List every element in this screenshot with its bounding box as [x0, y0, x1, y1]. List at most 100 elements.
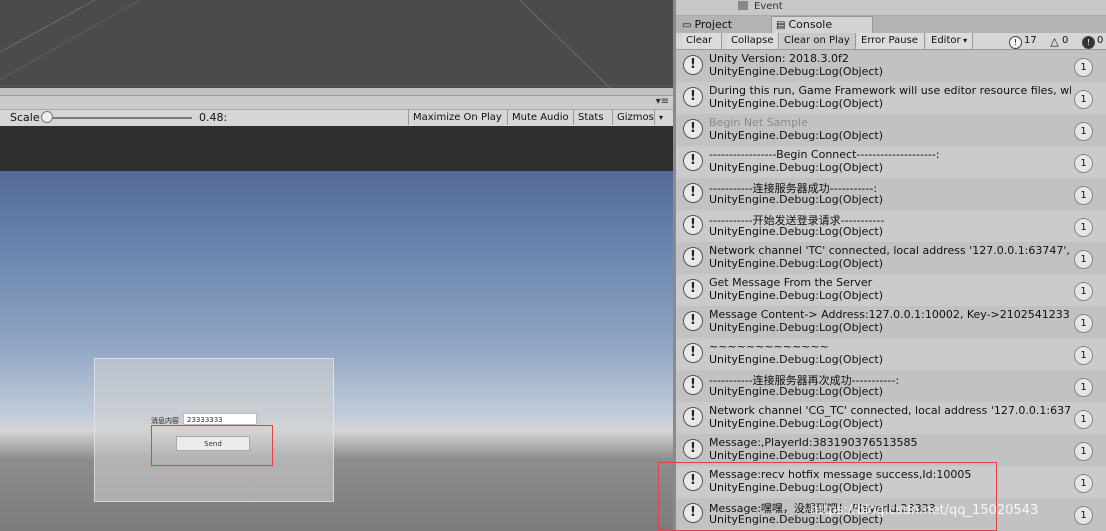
- game-toolbar-bar: Scale 0.48: Maximize On Play Mute Audio …: [0, 109, 673, 127]
- info-icon: !: [683, 375, 703, 395]
- error-icon: !: [1082, 36, 1095, 49]
- info-icon: !: [683, 119, 703, 139]
- editor-dropdown[interactable]: Editor ▾: [927, 33, 973, 49]
- console-panel: Event ▭ Project ▤ Console Clear Collapse C…: [676, 0, 1106, 531]
- game-letterbox: [0, 126, 673, 171]
- game-view[interactable]: 消息内容 23333333 Send: [0, 171, 673, 531]
- info-icon: !: [683, 279, 703, 299]
- log-entry[interactable]: ! Unity Version: 2018.3.0f2 UnityEngine.De…: [676, 50, 1106, 82]
- clear-button[interactable]: Clear: [682, 33, 722, 49]
- scene-grid: [0, 0, 673, 88]
- log-collapse-count: 1: [1074, 506, 1093, 525]
- gizmos-button[interactable]: Gizmos: [612, 110, 658, 125]
- log-message: -----------------Begin Connect----------…: [709, 148, 940, 161]
- log-count-toggle[interactable]: ! 17: [1007, 33, 1037, 49]
- log-collapse-count: 1: [1074, 282, 1093, 301]
- log-stacktrace: UnityEngine.Debug:Log(Object): [709, 225, 884, 238]
- log-collapse-count: 1: [1074, 154, 1093, 173]
- info-icon: !: [683, 183, 703, 203]
- game-toolbar: ▾≡ Scale 0.48: Maximize On Play Mute Aud…: [0, 95, 673, 127]
- scale-value: 0.48:: [199, 111, 228, 124]
- log-collapse-count: 1: [1074, 442, 1093, 461]
- log-collapse-count: 1: [1074, 122, 1093, 141]
- info-icon: !: [683, 439, 703, 459]
- gizmos-dropdown-icon[interactable]: ▾: [654, 110, 668, 125]
- info-icon: !: [683, 151, 703, 171]
- info-icon: !: [683, 87, 703, 107]
- log-entry[interactable]: ! -----------开始发送登录请求----------- UnityEngi…: [676, 210, 1106, 242]
- mute-audio-button[interactable]: Mute Audio: [507, 110, 573, 125]
- info-icon: !: [683, 311, 703, 331]
- log-entry[interactable]: ! ~~~~~~~~~~~~~ UnityEngine.Debug:Log(Obje…: [676, 338, 1106, 370]
- log-stacktrace: UnityEngine.Debug:Log(Object): [709, 417, 884, 430]
- info-icon: !: [1009, 36, 1022, 49]
- log-entry[interactable]: ! Network channel 'CG_TC' connected, loca…: [676, 402, 1106, 434]
- log-stacktrace: UnityEngine.Debug:Log(Object): [709, 129, 884, 142]
- stats-button[interactable]: Stats: [573, 110, 608, 125]
- error-pause-button[interactable]: Error Pause: [857, 33, 925, 49]
- log-stacktrace: UnityEngine.Debug:Log(Object): [709, 449, 884, 462]
- warning-icon: △: [1050, 35, 1059, 48]
- log-collapse-count: 1: [1074, 218, 1093, 237]
- log-collapse-count: 1: [1074, 90, 1093, 109]
- info-icon: !: [683, 407, 703, 427]
- log-message: Begin Net Sample: [709, 116, 808, 129]
- scale-slider-knob[interactable]: [41, 111, 53, 123]
- event-row[interactable]: Event: [676, 0, 1106, 16]
- log-stacktrace: UnityEngine.Debug:Log(Object): [709, 353, 884, 366]
- log-message: ~~~~~~~~~~~~~: [709, 340, 829, 353]
- log-message: Message Content-> Address:127.0.0.1:1000…: [709, 308, 1071, 321]
- log-stacktrace: UnityEngine.Debug:Log(Object): [709, 97, 884, 110]
- collapse-button[interactable]: Collapse: [727, 33, 779, 49]
- clear-on-play-button[interactable]: Clear on Play: [780, 33, 856, 49]
- log-entry[interactable]: ! Get Message From the Server UnityEngine.…: [676, 274, 1106, 306]
- log-stacktrace: UnityEngine.Debug:Log(Object): [709, 65, 884, 78]
- log-collapse-count: 1: [1074, 346, 1093, 365]
- console-toolbar: Clear Collapse Clear on Play Error Pause…: [676, 33, 1106, 50]
- log-entry[interactable]: ! Message Content-> Address:127.0.0.1:100…: [676, 306, 1106, 338]
- error-count: 0: [1097, 35, 1104, 46]
- folder-icon: ▭: [682, 20, 692, 31]
- tab-console-label: Console: [788, 18, 833, 31]
- info-icon: !: [683, 247, 703, 267]
- tab-console[interactable]: ▤ Console: [771, 16, 873, 34]
- info-icon: !: [683, 215, 703, 235]
- log-message: Unity Version: 2018.3.0f2: [709, 52, 849, 65]
- log-entry[interactable]: ! Network channel 'TC' connected, local a…: [676, 242, 1106, 274]
- panel-menu-icon[interactable]: ▾≡: [656, 96, 669, 107]
- warning-count-toggle[interactable]: △ 0: [1047, 33, 1068, 49]
- warning-count: 0: [1062, 35, 1069, 46]
- log-collapse-count: 1: [1074, 474, 1093, 493]
- log-message: Message:,PlayerId:383190376513585: [709, 436, 918, 449]
- log-list[interactable]: ! Unity Version: 2018.3.0f2 UnityEngine.De…: [676, 50, 1106, 531]
- tab-project-label: Project: [694, 18, 733, 31]
- editor-dropdown-label: Editor: [931, 35, 961, 46]
- log-entry[interactable]: ! Begin Net Sample UnityEngine.Debug:Log(O…: [676, 114, 1106, 146]
- scale-slider-track[interactable]: [44, 117, 192, 119]
- message-input[interactable]: 23333333: [183, 413, 257, 425]
- log-entry[interactable]: ! -----------连接服务器成功-----------: UnityEngi…: [676, 178, 1106, 210]
- event-icon: [738, 1, 748, 10]
- scene-view[interactable]: [0, 0, 673, 88]
- maximize-on-play-button[interactable]: Maximize On Play: [408, 110, 506, 125]
- event-label: Event: [754, 1, 783, 12]
- log-collapse-count: 1: [1074, 314, 1093, 333]
- log-entry[interactable]: ! -----------连接服务器再次成功-----------: UnityEn…: [676, 370, 1106, 402]
- log-message: Network channel 'CG_TC' connected, local…: [709, 404, 1071, 417]
- log-stacktrace: UnityEngine.Debug:Log(Object): [709, 257, 884, 270]
- panel-tabs: ▭ Project ▤ Console: [676, 16, 1106, 34]
- log-entry[interactable]: ! -----------------Begin Connect---------…: [676, 146, 1106, 178]
- console-icon: ▤: [776, 20, 786, 31]
- log-message: During this run, Game Framework will use…: [709, 84, 1071, 97]
- log-stacktrace: UnityEngine.Debug:Log(Object): [709, 321, 884, 334]
- send-button-highlight: [151, 425, 273, 466]
- log-collapse-count: 1: [1074, 410, 1093, 429]
- tab-project[interactable]: ▭ Project: [678, 17, 770, 32]
- watermark: https://blog.csdn.net/qq_15020543: [810, 503, 1039, 518]
- log-collapse-count: 1: [1074, 58, 1093, 77]
- error-count-toggle[interactable]: ! 0: [1080, 33, 1103, 49]
- log-stacktrace: UnityEngine.Debug:Log(Object): [709, 161, 884, 174]
- log-collapse-count: 1: [1074, 186, 1093, 205]
- log-entry[interactable]: ! During this run, Game Framework will us…: [676, 82, 1106, 114]
- scale-label: Scale: [10, 111, 40, 124]
